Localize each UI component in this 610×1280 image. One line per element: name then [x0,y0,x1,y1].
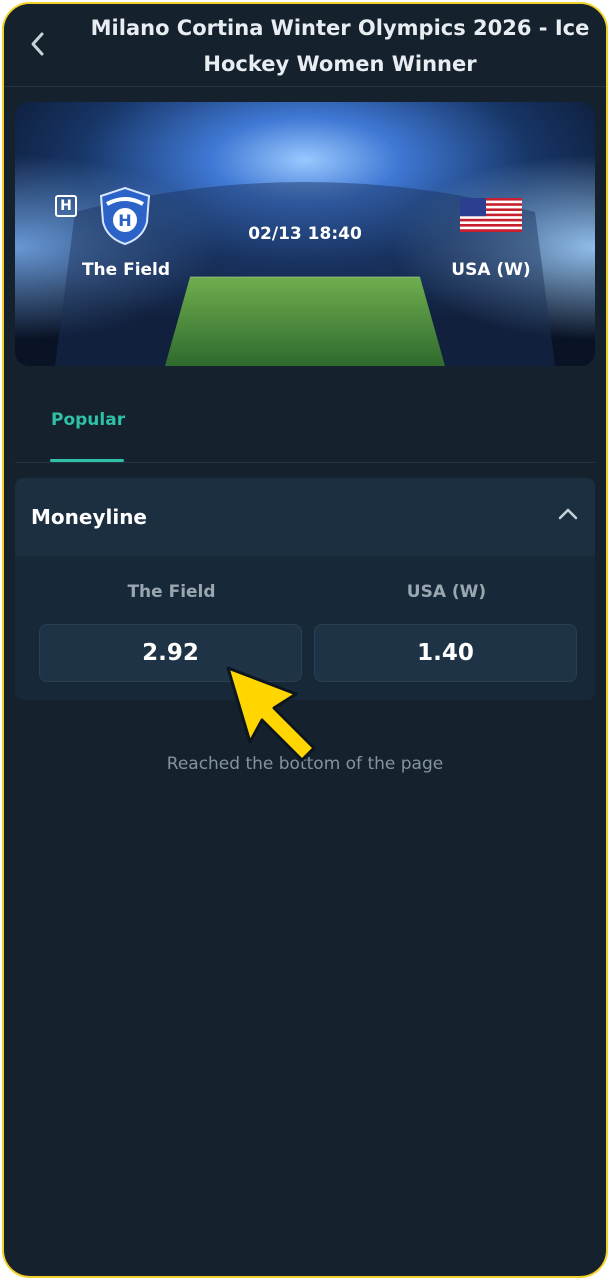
match-datetime: 02/13 18:40 [248,224,362,244]
active-tab-indicator [50,459,124,462]
outcome-label-home: The Field [127,582,216,602]
market-header[interactable]: Moneyline [15,478,595,556]
chevron-up-icon[interactable] [557,506,579,522]
home-badge: H [55,195,77,217]
outcome-label-away: USA (W) [406,582,487,602]
team-crest-icon: H [99,186,151,246]
svg-text:H: H [118,211,131,230]
page-title: Milano Cortina Winter Olympics 2026 - Ic… [90,16,590,76]
app-frame: Milano Cortina Winter Olympics 2026 - Ic… [2,2,608,1278]
back-button[interactable] [20,26,56,62]
away-team-name: USA (W) [451,260,531,280]
home-team-name: The Field [81,260,171,280]
tab-bar: Popular [15,384,595,463]
match-banner: H H The Field 02/13 18:40 USA (W) [15,102,595,366]
pointer-cursor-icon [226,666,316,762]
market-title: Moneyline [31,505,147,529]
chevron-left-icon [31,32,44,56]
odds-button-away[interactable]: 1.40 [314,624,577,682]
tab-popular[interactable]: Popular [51,410,125,430]
usa-flag-icon [460,198,522,232]
header: Milano Cortina Winter Olympics 2026 - Ic… [4,4,606,87]
